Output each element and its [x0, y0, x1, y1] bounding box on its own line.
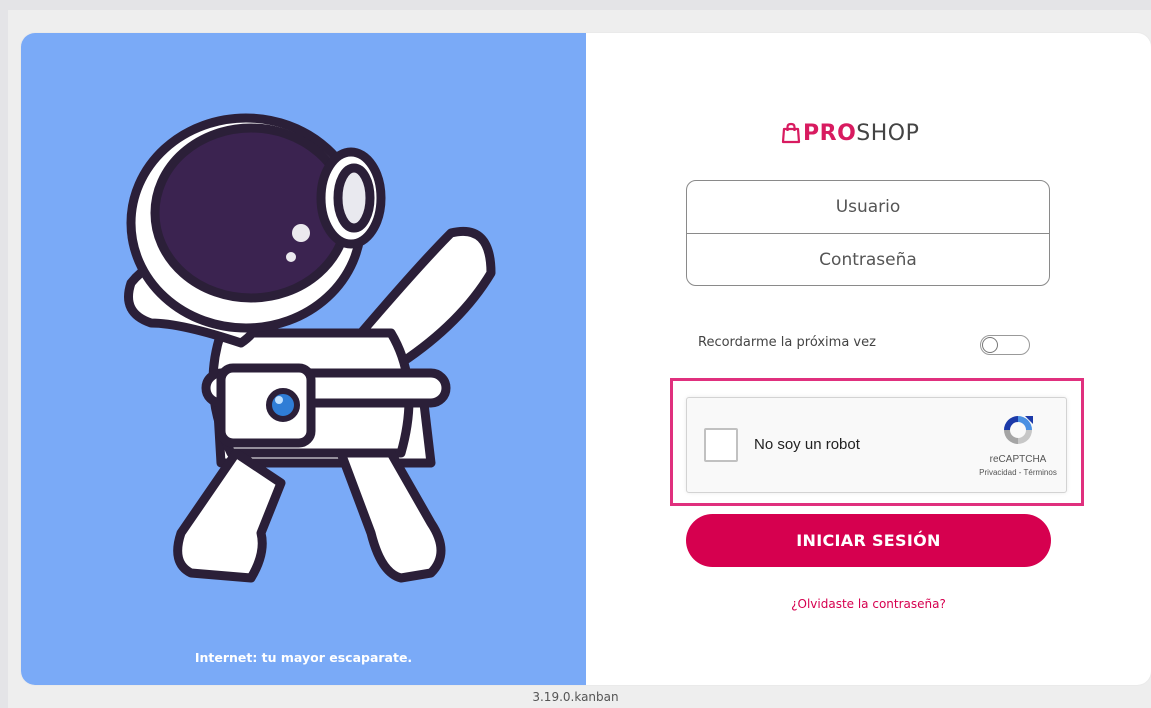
credentials-group [686, 180, 1050, 286]
version-label: 3.19.0.kanban [532, 690, 619, 704]
recaptcha-checkbox[interactable] [704, 428, 738, 462]
shopping-bag-icon [781, 122, 801, 144]
login-button[interactable]: INICIAR SESIÓN [686, 514, 1051, 567]
toggle-icon [982, 337, 998, 353]
recaptcha-terms-link[interactable]: Privacidad - Términos [977, 468, 1059, 477]
recaptcha-logo-area: reCAPTCHA Privacidad - Términos [977, 412, 1059, 477]
logo-shop-text: SHOP [856, 120, 920, 146]
hero-tagline: Internet: tu mayor escaparate. [194, 650, 413, 665]
remember-label: Recordarme la próxima vez [698, 335, 876, 350]
recaptcha-label: No soy un robot [754, 436, 860, 453]
password-field[interactable] [687, 234, 1049, 285]
recaptcha-widget: No soy un robot reCAPTCHA Privacidad - T… [686, 397, 1067, 493]
remember-toggle[interactable] [980, 335, 1030, 355]
recaptcha-brand: reCAPTCHA [989, 454, 1047, 465]
brand-logo: PRO SHOP [781, 118, 919, 148]
hero-panel: Internet: tu mayor escaparate. [21, 33, 586, 685]
login-card: Internet: tu mayor escaparate. PROSHOP R… [21, 33, 1151, 685]
logo-pro-text: PRO [803, 120, 857, 146]
forgot-password-link[interactable]: ¿Olvidaste la contraseña? [686, 597, 1051, 611]
login-panel: PROSHOP Recordarme la próxima vez No soy… [586, 33, 1151, 685]
recaptcha-icon [1004, 416, 1033, 444]
username-field[interactable] [687, 181, 1049, 233]
astronaut-illustration [124, 113, 496, 583]
